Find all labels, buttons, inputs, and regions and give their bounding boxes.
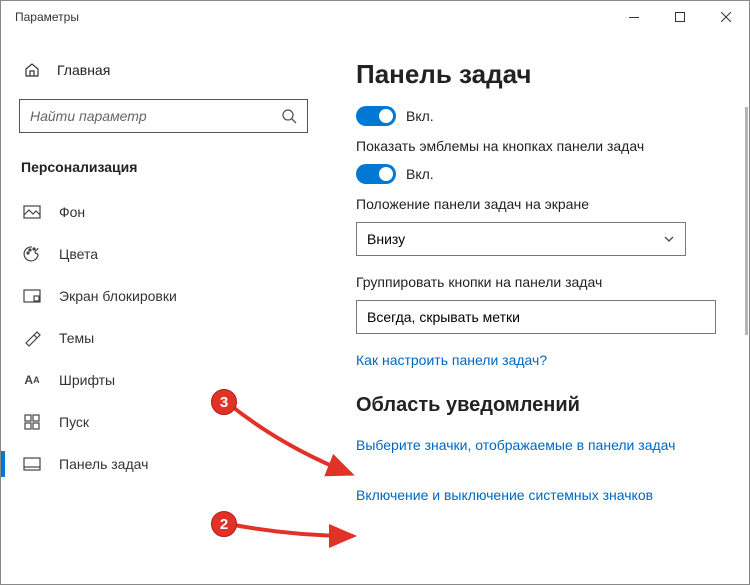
select-icons-link[interactable]: Выберите значки, отображаемые в панели з… [356,437,727,453]
group-label-text: Группировать кнопки на панели задач [356,274,727,290]
sidebar-item-fonts[interactable]: AA Шрифты [1,359,326,401]
help-link[interactable]: Как настроить панели задач? [356,352,727,368]
position-value: Внизу [367,231,405,247]
taskbar-icon [23,455,41,473]
sidebar-item-lockscreen[interactable]: Экран блокировки [1,275,326,317]
group-value: Всегда, скрывать метки [367,309,520,325]
group-label: Персонализация [1,151,326,191]
sidebar-item-start[interactable]: Пуск [1,401,326,443]
sidebar-item-label: Пуск [59,414,89,430]
lockscreen-icon [23,287,41,305]
sidebar-item-label: Фон [59,204,85,220]
position-dropdown[interactable]: Внизу [356,222,686,256]
fonts-icon: AA [23,371,41,389]
annotation-badge-2: 2 [211,511,237,537]
home-icon [23,61,41,79]
toggle-emblems[interactable] [356,164,396,184]
sidebar-item-taskbar[interactable]: Панель задач [1,443,326,485]
toggle-main-label: Вкл. [406,108,434,124]
maximize-button[interactable] [657,1,703,33]
scrollbar[interactable] [745,107,748,335]
sidebar-item-label: Цвета [59,246,98,262]
close-button[interactable] [703,1,749,33]
toggle-main[interactable] [356,106,396,126]
search-icon [281,108,297,124]
annotation-badge-3: 3 [211,389,237,415]
toggle-emblems-label: Вкл. [406,166,434,182]
position-label: Положение панели задач на экране [356,196,727,212]
system-icons-link[interactable]: Включение и выключение системных значков [356,487,727,503]
window-controls [611,1,749,33]
search-field[interactable] [30,108,281,124]
themes-icon [23,329,41,347]
sidebar-item-label: Панель задач [59,456,148,472]
sidebar-item-background[interactable]: Фон [1,191,326,233]
minimize-button[interactable] [611,1,657,33]
palette-icon [23,245,41,263]
section-notifications: Область уведомлений [356,394,727,417]
main-panel: Панель задач Вкл. Показать эмблемы на кн… [326,33,749,584]
sidebar-item-label: Темы [59,330,94,346]
sidebar-item-label: Шрифты [59,372,115,388]
sidebar: Главная Персонализация Фон Цвета Экран б… [1,33,326,584]
search-input[interactable] [19,99,308,133]
page-title: Панель задач [356,59,727,90]
sidebar-item-themes[interactable]: Темы [1,317,326,359]
picture-icon [23,203,41,221]
emblems-label: Показать эмблемы на кнопках панели задач [356,138,727,154]
chevron-down-icon [663,233,675,245]
start-icon [23,413,41,431]
window-title: Параметры [15,10,79,24]
home-label: Главная [57,62,110,78]
group-dropdown[interactable]: Всегда, скрывать метки [356,300,716,334]
sidebar-item-label: Экран блокировки [59,288,177,304]
sidebar-item-colors[interactable]: Цвета [1,233,326,275]
home-link[interactable]: Главная [1,51,326,89]
